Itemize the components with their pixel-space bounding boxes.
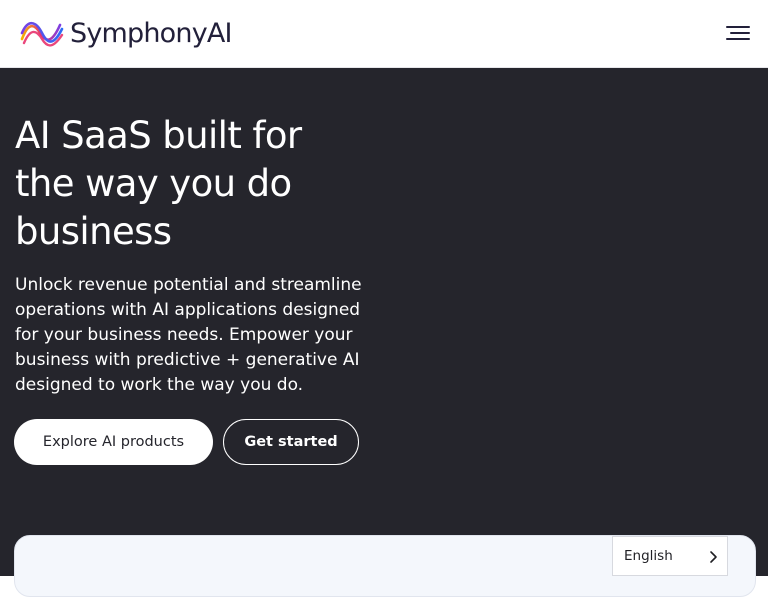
get-started-button[interactable]: Get started: [223, 419, 359, 465]
language-selector[interactable]: English: [612, 536, 728, 576]
brand-logo[interactable]: SymphonyAI: [20, 14, 233, 52]
site-header: SymphonyAI: [0, 0, 768, 68]
hamburger-menu-icon[interactable]: [722, 20, 750, 46]
chevron-right-icon: [710, 551, 717, 563]
hero-section: AI SaaS built for the way you do busines…: [0, 68, 768, 576]
explore-ai-products-button[interactable]: Explore AI products: [14, 419, 213, 465]
brand-name: SymphonyAI: [70, 17, 233, 49]
symphonyai-wave-logo-icon: [20, 21, 64, 47]
hero-description: Unlock revenue potential and streamline …: [15, 275, 362, 395]
hero-title: AI SaaS built for the way you do busines…: [15, 114, 302, 253]
language-label: English: [624, 548, 673, 564]
